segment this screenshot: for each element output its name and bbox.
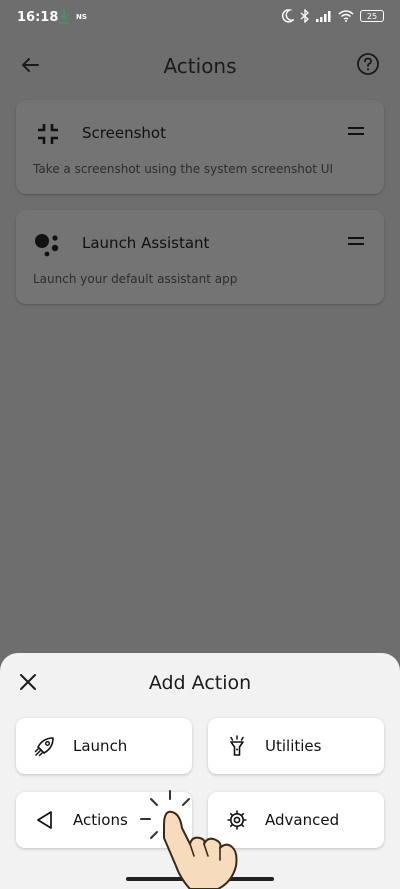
actions-button-label: Actions	[73, 811, 128, 829]
card-title: Launch Assistant	[82, 234, 210, 252]
utilities-button-label: Utilities	[265, 737, 322, 755]
utilities-button[interactable]: Utilities	[208, 718, 384, 774]
page-title: Actions	[163, 54, 237, 78]
screenshot-icon	[38, 124, 58, 144]
triangle-back-icon	[37, 811, 52, 829]
card-description: Launch your default assistant app	[33, 272, 238, 286]
rocket-icon	[34, 737, 54, 757]
download-icon	[59, 10, 69, 24]
status-time: 16:18	[17, 10, 59, 25]
help-icon[interactable]	[356, 52, 380, 76]
advanced-button-label: Advanced	[265, 811, 340, 829]
card-title: Screenshot	[82, 124, 166, 142]
tap-gesture-hand-icon	[140, 790, 238, 889]
moon-icon	[282, 9, 294, 23]
assistant-icon	[35, 234, 59, 257]
action-card-launch-assistant[interactable]: Launch Assistant Launch your default ass…	[16, 210, 384, 304]
drag-handle-icon[interactable]	[348, 126, 364, 136]
status-notification-label: NS	[76, 13, 87, 21]
card-description: Take a screenshot using the system scree…	[33, 162, 334, 176]
launch-button-label: Launch	[73, 737, 128, 755]
wifi-icon	[338, 10, 354, 22]
battery-icon: 25	[360, 10, 384, 22]
status-bar: 16:18 NS 25	[0, 0, 400, 36]
flashlight-icon	[230, 735, 244, 756]
signal-icon	[316, 11, 331, 22]
sheet-title: Add Action	[148, 672, 252, 694]
launch-button[interactable]: Launch	[16, 718, 192, 774]
screen: 16:18 NS 25 Actions Screenshot Take a sc…	[0, 0, 400, 889]
bluetooth-icon	[300, 9, 309, 23]
status-icons: 25	[282, 9, 384, 23]
app-bar: Actions	[0, 44, 400, 88]
drag-handle-icon[interactable]	[348, 236, 364, 246]
action-card-screenshot[interactable]: Screenshot Take a screenshot using the s…	[16, 100, 384, 194]
